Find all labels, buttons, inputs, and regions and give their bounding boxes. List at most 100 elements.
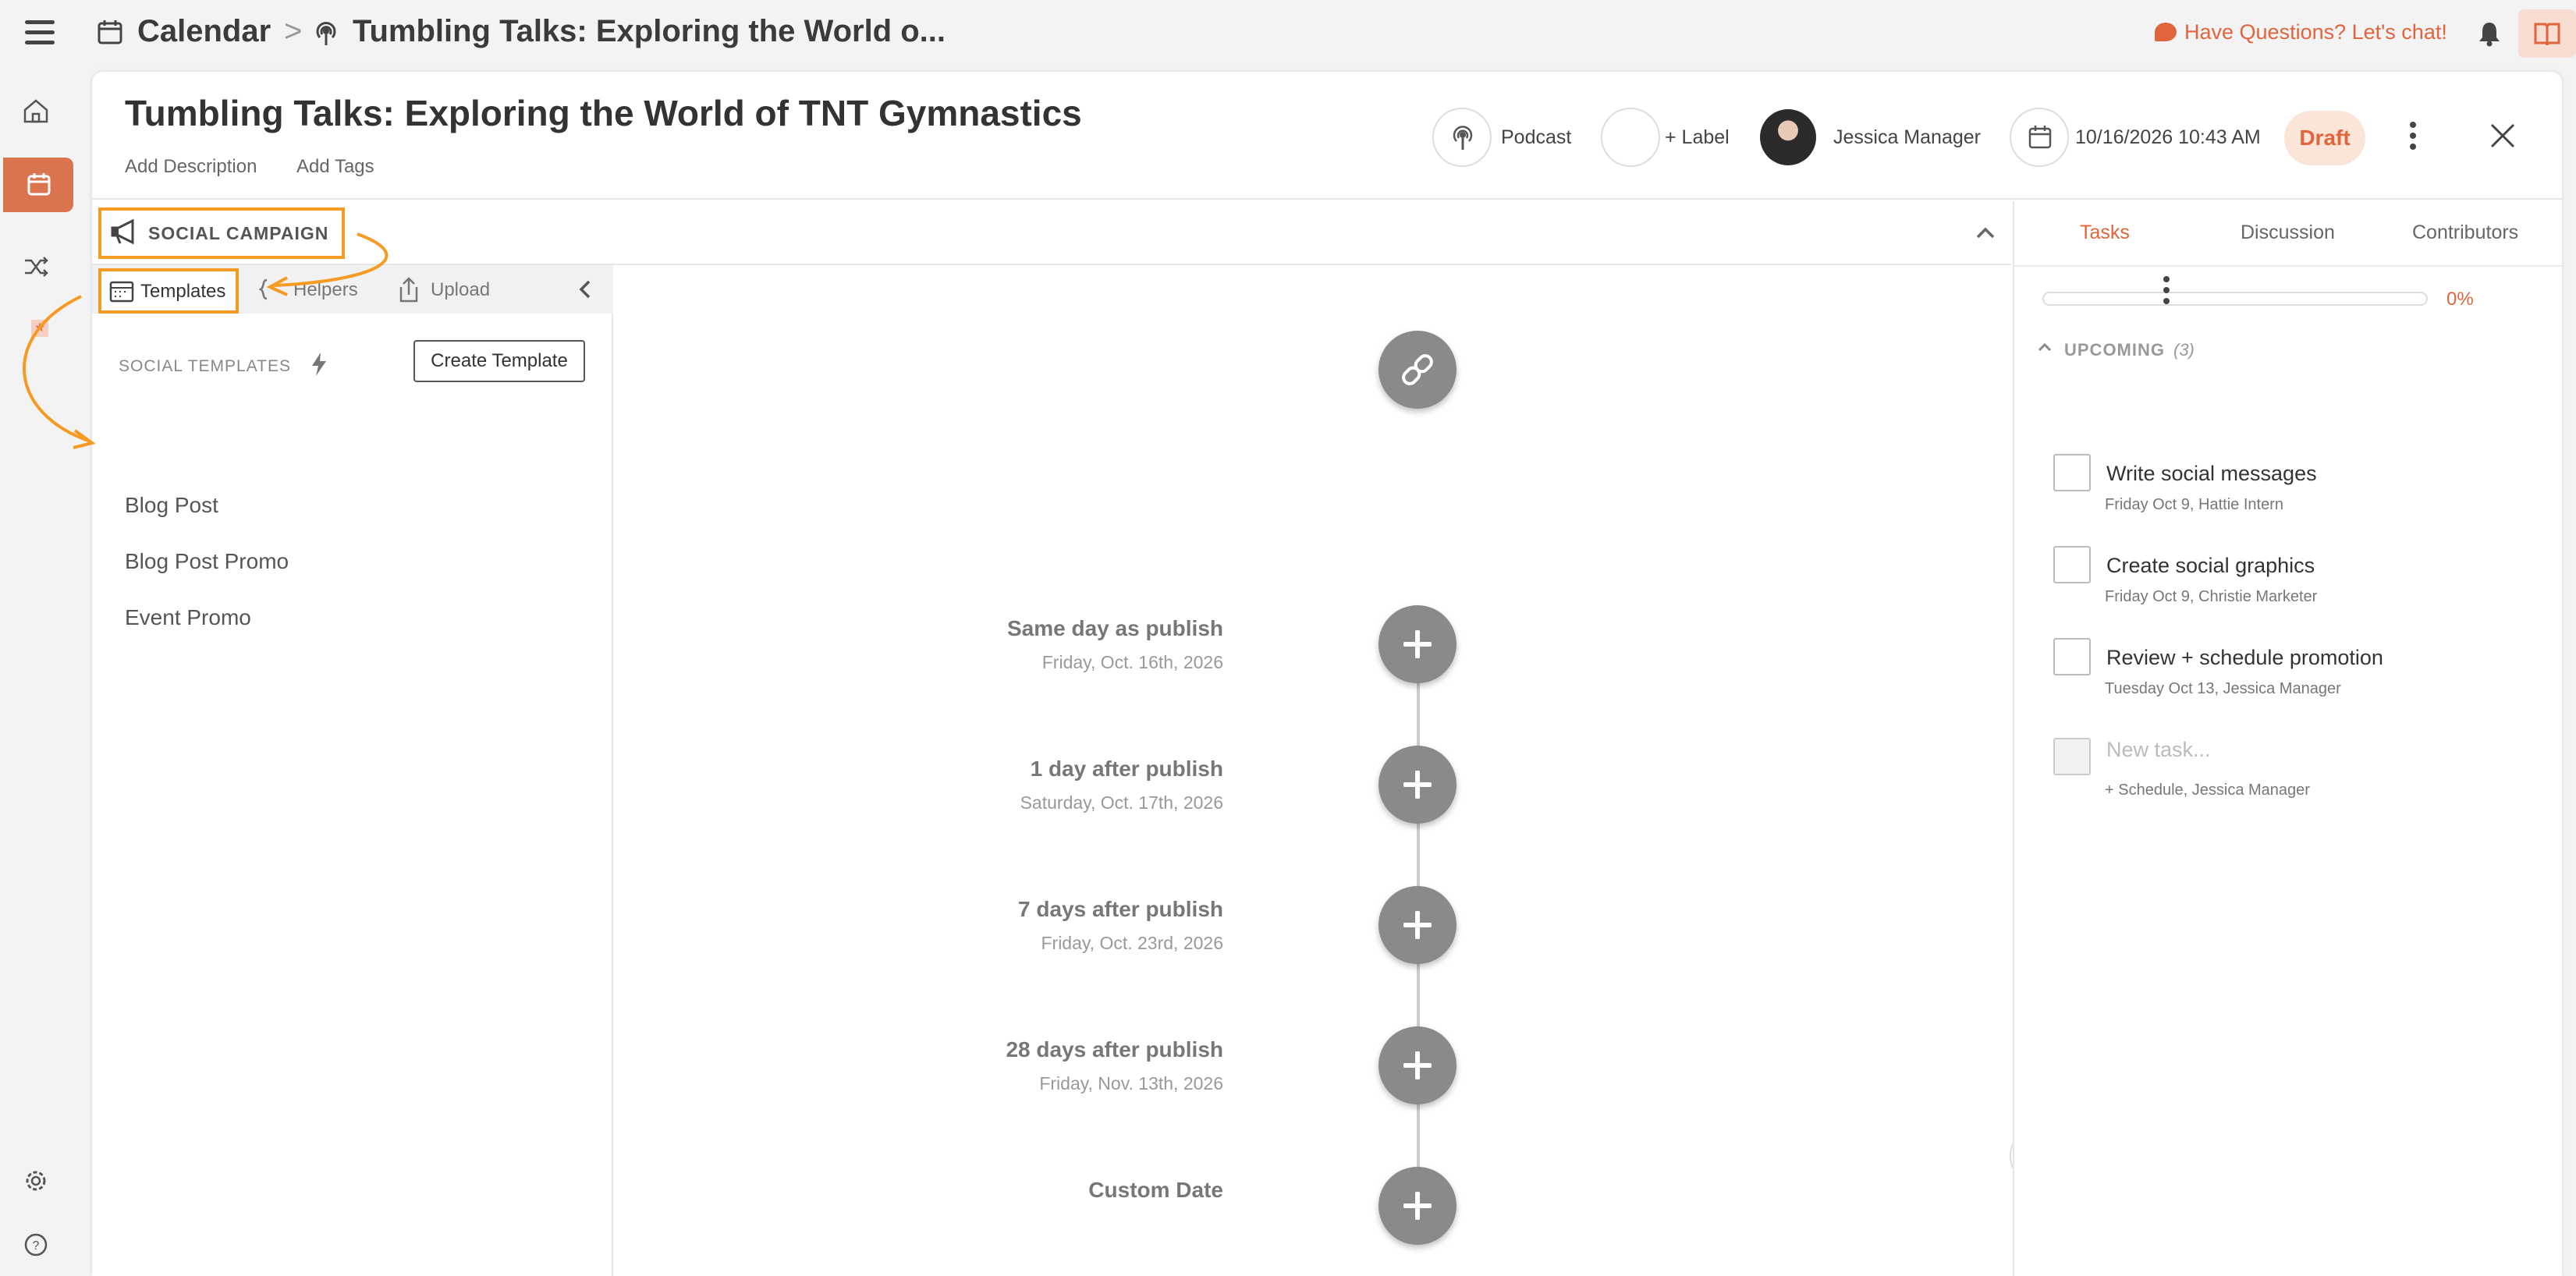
social-campaign-label[interactable]: SOCIAL CAMPAIGN — [148, 223, 328, 244]
book-icon — [2534, 23, 2560, 45]
task-checkbox[interactable] — [2053, 638, 2091, 675]
tab-helpers[interactable]: Helpers — [293, 279, 358, 301]
chevron-up-icon[interactable] — [1972, 220, 1999, 246]
template-tabs: Templates Helpers Upload — [92, 265, 613, 314]
home-icon[interactable] — [20, 95, 51, 126]
link-button[interactable] — [1378, 331, 1457, 409]
calendar-icon — [98, 20, 122, 44]
add-label-button[interactable]: + Label — [1665, 126, 1730, 149]
chevron-left-icon[interactable] — [574, 278, 598, 301]
add-post-button[interactable] — [1378, 605, 1457, 683]
left-rail: ★ ? — [0, 67, 86, 1276]
calendar-icon — [27, 173, 51, 196]
task-meta: Friday Oct 9, Christie Marketer — [2105, 588, 2318, 605]
new-task-meta[interactable]: + Schedule, Jessica Manager — [2105, 782, 2310, 799]
close-icon[interactable] — [2487, 120, 2518, 151]
task-progress-percent: 0% — [2446, 289, 2474, 310]
svg-text:?: ? — [33, 1239, 40, 1253]
task-title[interactable]: Write social messages — [2106, 462, 2317, 486]
lightning-icon[interactable] — [309, 351, 329, 377]
guide-button[interactable] — [2518, 9, 2576, 58]
shuffle-icon[interactable] — [20, 251, 51, 282]
more-options-icon[interactable] — [2409, 122, 2417, 154]
upcoming-count: (3) — [2173, 340, 2195, 360]
task-checkbox[interactable] — [2053, 454, 2091, 491]
tab-discussion[interactable]: Discussion — [2241, 222, 2335, 244]
template-grid-icon — [109, 281, 134, 303]
task-progress-bar — [2042, 292, 2428, 306]
chat-link-label: Have Questions? Let's chat! — [2184, 20, 2447, 44]
upload-icon — [399, 277, 418, 303]
tasks-sidebar: Tasks Discussion Contributors 0% UPCOMIN… — [2013, 201, 2562, 1276]
template-item[interactable]: Event Promo — [125, 605, 251, 630]
timeline-slot-label: Same day as publish — [1007, 616, 1223, 640]
gear-icon[interactable] — [20, 1165, 51, 1196]
label-color-swatch[interactable] — [1601, 108, 1660, 167]
calendar-nav-button[interactable] — [3, 158, 73, 212]
timeline-slot-label: 1 day after publish — [1030, 757, 1223, 781]
braces-icon — [259, 278, 268, 300]
templates-panel: Templates Helpers Upload SOCIAL TEMPLATE… — [92, 265, 613, 1276]
task-title[interactable]: Review + schedule promotion — [2106, 646, 2383, 670]
tab-contributors[interactable]: Contributors — [2412, 222, 2518, 244]
task-meta: Friday Oct 9, Hattie Intern — [2105, 496, 2283, 513]
upcoming-label: UPCOMING — [2064, 340, 2165, 360]
add-tags-link[interactable]: Add Tags — [296, 156, 374, 178]
menu-icon[interactable] — [25, 20, 55, 47]
breadcrumb-calendar[interactable]: Calendar — [137, 14, 271, 49]
task-meta: Tuesday Oct 13, Jessica Manager — [2105, 680, 2341, 697]
breadcrumb-title: Tumbling Talks: Exploring the World o... — [353, 14, 946, 48]
timeline-slot-date: Friday, Nov. 13th, 2026 — [1039, 1073, 1223, 1093]
timeline-slot-label: 7 days after publish — [1018, 897, 1223, 921]
chat-bubble-icon — [2155, 23, 2177, 41]
add-post-button[interactable] — [1378, 1167, 1457, 1245]
tab-templates[interactable]: Templates — [98, 268, 239, 314]
publish-datetime[interactable]: 10/16/2026 10:43 AM — [2075, 126, 2261, 149]
breadcrumb-separator: > — [284, 14, 303, 48]
help-icon[interactable]: ? — [20, 1229, 51, 1260]
tabs-divider — [2014, 265, 2562, 267]
tab-upload[interactable]: Upload — [431, 279, 490, 301]
top-bar: Calendar > Tumbling Talks: Exploring the… — [0, 0, 2576, 67]
status-badge[interactable]: Draft — [2284, 111, 2365, 165]
timeline-slot-date: Friday, Oct. 16th, 2026 — [1041, 652, 1223, 672]
content-type-button[interactable] — [1432, 108, 1492, 167]
date-picker-button[interactable] — [2010, 108, 2069, 167]
chat-link[interactable]: Have Questions? Let's chat! — [2155, 20, 2447, 44]
create-template-button[interactable]: Create Template — [413, 340, 585, 382]
add-post-button[interactable] — [1378, 886, 1457, 964]
new-task-input[interactable] — [2106, 738, 2496, 762]
add-post-button[interactable] — [1378, 746, 1457, 824]
task-checkbox[interactable] — [2053, 546, 2091, 583]
link-icon — [1402, 354, 1433, 385]
task-title[interactable]: Create social graphics — [2106, 554, 2315, 578]
tasks-more-icon[interactable] — [2163, 276, 2170, 309]
timeline-slot-label: Custom Date — [1088, 1178, 1223, 1202]
add-description-link[interactable]: Add Description — [125, 156, 257, 178]
page-title[interactable]: Tumbling Talks: Exploring the World of T… — [125, 92, 1082, 134]
template-item[interactable]: Blog Post — [125, 493, 218, 518]
chevron-up-icon[interactable] — [2036, 338, 2053, 356]
campaign-timeline: Same day as publish Friday, Oct. 16th, 2… — [615, 265, 2072, 1276]
tab-tasks[interactable]: Tasks — [2080, 222, 2130, 244]
content-type-label: Podcast — [1501, 126, 1572, 148]
template-item[interactable]: Blog Post Promo — [125, 549, 289, 574]
social-campaign-bar: SOCIAL CAMPAIGN — [92, 201, 2011, 265]
bell-icon[interactable] — [2478, 20, 2501, 47]
content-header: Tumbling Talks: Exploring the World of T… — [92, 72, 2562, 200]
tab-templates-label: Templates — [140, 281, 226, 302]
timeline-slot-date: Saturday, Oct. 17th, 2026 — [1020, 792, 1223, 813]
timeline-slot-date: Friday, Oct. 23rd, 2026 — [1041, 933, 1223, 953]
timeline-slot-label: 28 days after publish — [1006, 1037, 1223, 1062]
podcast-icon — [1453, 126, 1473, 150]
megaphone-icon — [111, 218, 134, 245]
new-task-checkbox — [2053, 738, 2091, 775]
star-icon[interactable]: ★ — [31, 320, 48, 337]
social-templates-heading: SOCIAL TEMPLATES — [119, 357, 292, 375]
add-post-button[interactable] — [1378, 1026, 1457, 1104]
owner-name[interactable]: Jessica Manager — [1833, 126, 1981, 149]
avatar[interactable] — [1760, 109, 1816, 165]
content-modal: Tumbling Talks: Exploring the World of T… — [92, 72, 2562, 1276]
podcast-icon — [316, 22, 336, 45]
calendar-icon — [2028, 126, 2052, 149]
